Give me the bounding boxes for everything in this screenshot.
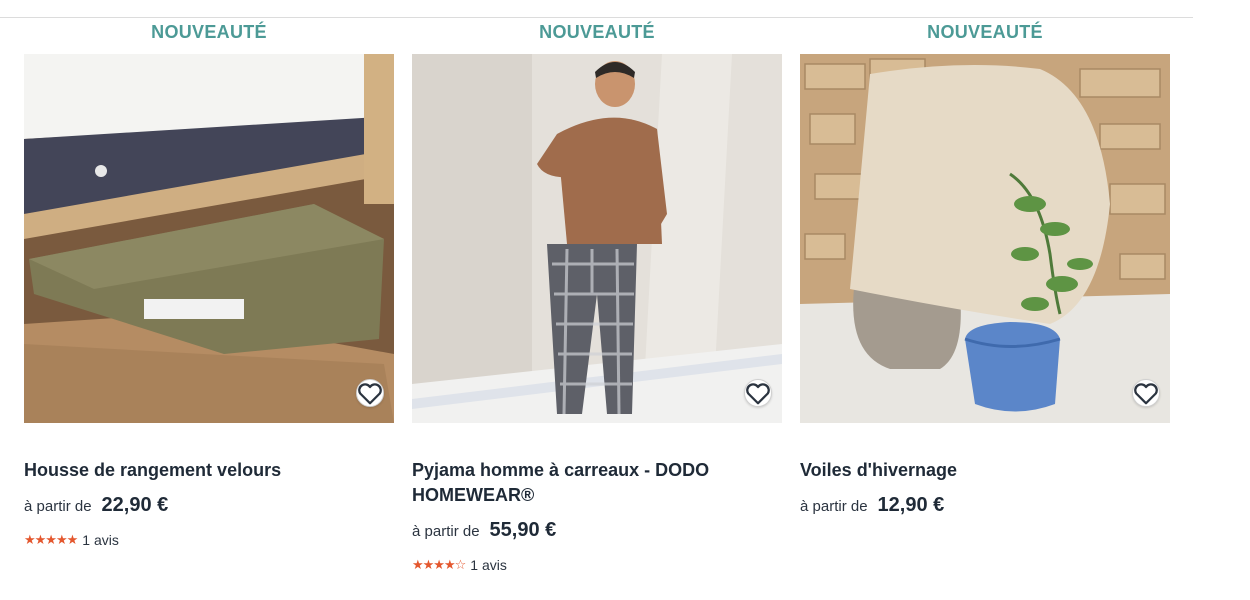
price: 55,90 €: [489, 519, 557, 541]
price-prefix: à partir de: [800, 498, 868, 515]
product-image[interactable]: [24, 54, 394, 423]
wishlist-button[interactable]: [356, 379, 384, 407]
product-card[interactable]: NOUVEAUTÉ: [412, 0, 782, 600]
new-badge: NOUVEAUTÉ: [539, 22, 655, 42]
price-prefix: à partir de: [24, 498, 92, 515]
product-card[interactable]: NOUVEAUTÉ: [800, 0, 1170, 600]
rating-row[interactable]: ★★★★★ 1 avis: [24, 532, 119, 548]
price-row: à partir de 12,90 €: [800, 494, 944, 517]
new-badge: NOUVEAUTÉ: [927, 22, 1043, 42]
product-image[interactable]: [800, 54, 1170, 423]
product-title[interactable]: Housse de rangement velours: [24, 458, 354, 483]
price-prefix: à partir de: [412, 523, 480, 540]
under-bed-storage-bag-photo: [24, 54, 394, 423]
new-badge: NOUVEAUTÉ: [151, 22, 267, 42]
star-rating-icon: ★★★★☆: [412, 557, 466, 572]
price: 12,90 €: [877, 494, 945, 516]
wishlist-button[interactable]: [1132, 379, 1160, 407]
price-row: à partir de 55,90 €: [412, 519, 556, 542]
price-row: à partir de 22,90 €: [24, 494, 168, 517]
product-image[interactable]: [412, 54, 782, 423]
plant-winter-cover-photo: [800, 54, 1170, 423]
star-rating-icon: ★★★★★: [24, 532, 78, 547]
rating-row[interactable]: ★★★★☆ 1 avis: [412, 557, 507, 573]
wishlist-button[interactable]: [744, 379, 772, 407]
review-count: 1 avis: [82, 532, 119, 548]
heart-outline-icon: [358, 382, 382, 404]
price: 22,90 €: [101, 494, 169, 516]
heart-outline-icon: [1134, 382, 1158, 404]
review-count: 1 avis: [470, 557, 507, 573]
product-title[interactable]: Voiles d'hivernage: [800, 458, 1130, 483]
heart-outline-icon: [746, 382, 770, 404]
man-in-pyjamas-photo: [412, 54, 782, 423]
product-card[interactable]: NOUVEAUTÉ Housse de rangement velours à …: [24, 0, 394, 600]
product-title[interactable]: Pyjama homme à carreaux - DODO HOMEWEAR®: [412, 458, 742, 508]
